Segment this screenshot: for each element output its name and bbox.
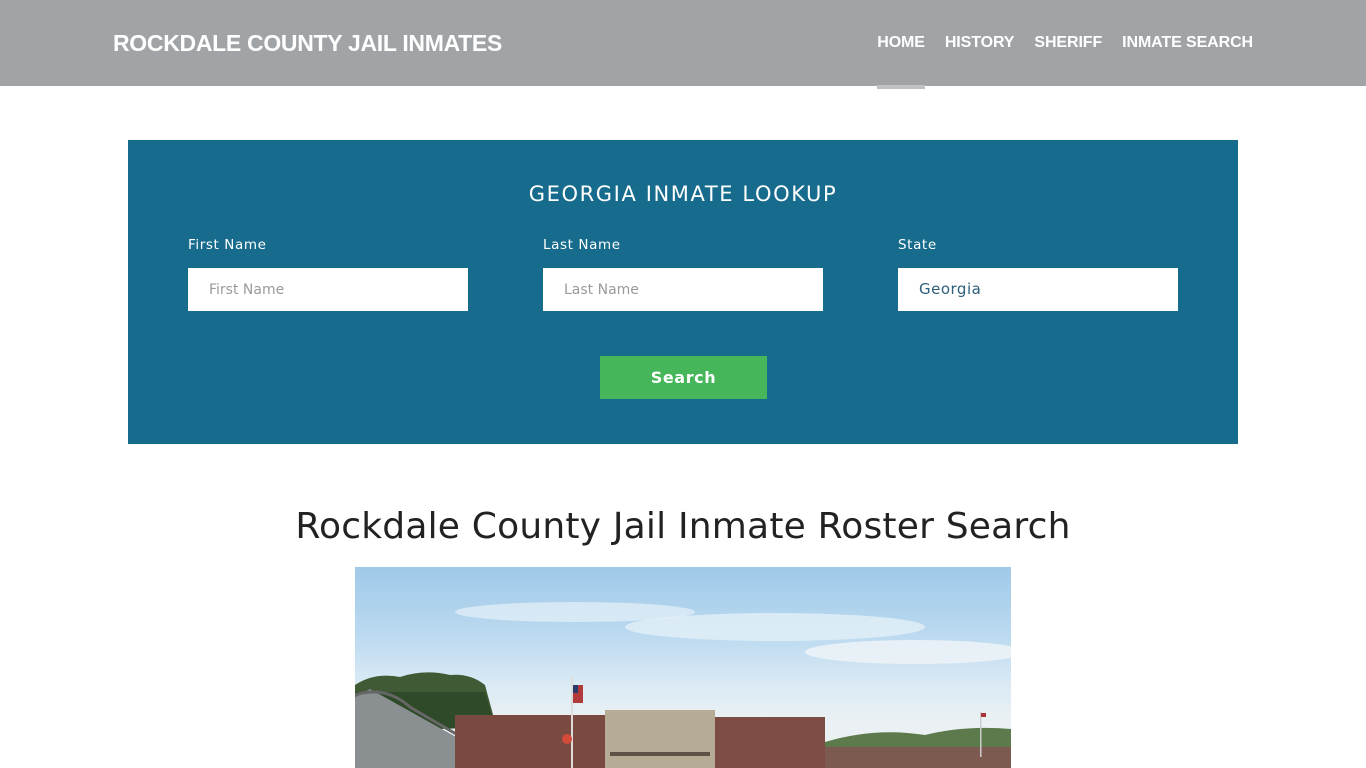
nav-inmate-search[interactable]: INMATE SEARCH bbox=[1122, 0, 1253, 86]
site-brand-link[interactable]: ROCKDALE COUNTY JAIL INMATES bbox=[113, 30, 502, 57]
first-name-input[interactable] bbox=[188, 268, 468, 311]
nav-sheriff[interactable]: SHERIFF bbox=[1034, 0, 1102, 86]
last-name-label: Last Name bbox=[543, 237, 621, 253]
first-name-label: First Name bbox=[188, 237, 267, 253]
main-nav: HOME HISTORY SHERIFF INMATE SEARCH bbox=[857, 0, 1253, 89]
nav-history[interactable]: HISTORY bbox=[945, 0, 1015, 86]
lookup-title: GEORGIA INMATE LOOKUP bbox=[528, 182, 838, 206]
last-name-input[interactable] bbox=[543, 268, 823, 311]
navbar: ROCKDALE COUNTY JAIL INMATES HOME HISTOR… bbox=[0, 0, 1366, 89]
state-selected-value: Georgia bbox=[919, 280, 982, 298]
page-title: Rockdale County Jail Inmate Roster Searc… bbox=[295, 506, 1071, 547]
jail-photo-illustration bbox=[355, 602, 1011, 768]
state-select[interactable]: Georgia bbox=[898, 268, 1178, 311]
nav-home[interactable]: HOME bbox=[877, 0, 925, 89]
search-button[interactable]: Search bbox=[600, 356, 767, 399]
jail-photo bbox=[355, 567, 1011, 768]
state-label: State bbox=[898, 237, 937, 253]
